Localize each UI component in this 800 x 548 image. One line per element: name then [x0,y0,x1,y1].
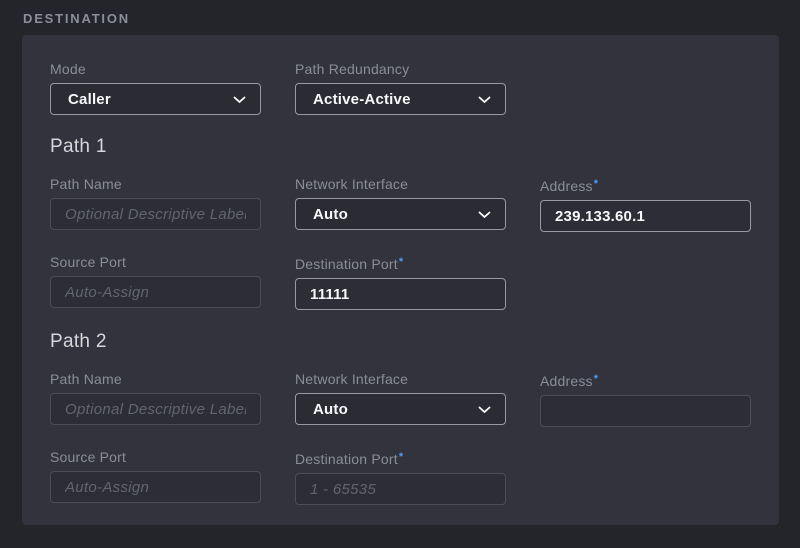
field-path1-path-name: Path Name [50,177,261,232]
path-redundancy-select[interactable]: Active-Active [295,83,506,115]
path2-path-name-label: Path Name [50,372,261,386]
field-path1-address: Address* [540,177,751,232]
path-redundancy-select-wrap: Active-Active [295,83,506,115]
path1-destination-port-label-text: Destination Port [295,256,398,272]
form-row-path1-ports: Source Port Destination Port* [50,255,751,310]
field-path2-path-name: Path Name [50,372,261,427]
destination-panel: Mode Caller Path Redundancy Active-Activ… [22,35,779,525]
mode-label: Mode [50,62,261,76]
field-path1-network-interface: Network Interface Auto [295,177,506,232]
mode-select[interactable]: Caller [50,83,261,115]
path-redundancy-label: Path Redundancy [295,62,506,76]
path1-path-name-label: Path Name [50,177,261,191]
path-2-heading: Path 2 [50,332,751,352]
field-path1-destination-port: Destination Port* [295,255,506,310]
path2-destination-port-input[interactable] [295,473,506,505]
path1-address-input[interactable] [540,200,751,232]
path2-source-port-label: Source Port [50,450,261,464]
field-path1-source-port: Source Port [50,255,261,310]
field-path2-address: Address* [540,372,751,427]
path2-address-label: Address* [540,372,751,388]
path2-network-interface-label: Network Interface [295,372,506,386]
field-mode: Mode Caller [50,62,261,115]
path1-destination-port-label: Destination Port* [295,255,506,271]
field-path2-source-port: Source Port [50,450,261,505]
path1-path-name-input[interactable] [50,198,261,230]
path2-path-name-input[interactable] [50,393,261,425]
path1-destination-port-input[interactable] [295,278,506,310]
path2-source-port-input[interactable] [50,471,261,503]
path2-network-interface-select[interactable]: Auto [295,393,506,425]
path1-source-port-input[interactable] [50,276,261,308]
field-path2-network-interface: Network Interface Auto [295,372,506,427]
required-asterisk: * [594,178,598,190]
path2-address-input[interactable] [540,395,751,427]
path1-network-interface-select[interactable]: Auto [295,198,506,230]
path1-network-interface-select-wrap: Auto [295,198,506,230]
form-row-path2-ports: Source Port Destination Port* [50,450,751,505]
row-spacer [540,62,751,115]
form-row-path1-top: Path Name Network Interface Auto Address… [50,177,751,232]
form-row-path2-top: Path Name Network Interface Auto Address… [50,372,751,427]
required-asterisk: * [399,256,403,268]
path2-destination-port-label-text: Destination Port [295,451,398,467]
row-spacer [540,450,751,505]
path1-network-interface-label: Network Interface [295,177,506,191]
path1-source-port-label: Source Port [50,255,261,269]
field-path2-destination-port: Destination Port* [295,450,506,505]
mode-select-wrap: Caller [50,83,261,115]
path2-network-interface-select-wrap: Auto [295,393,506,425]
path1-address-label-text: Address [540,178,593,194]
row-spacer [540,255,751,310]
path2-destination-port-label: Destination Port* [295,450,506,466]
path2-address-label-text: Address [540,373,593,389]
field-path-redundancy: Path Redundancy Active-Active [295,62,506,115]
form-row-mode: Mode Caller Path Redundancy Active-Activ… [50,62,751,115]
required-asterisk: * [594,373,598,385]
required-asterisk: * [399,451,403,463]
path1-address-label: Address* [540,177,751,193]
path-1-heading: Path 1 [50,137,751,157]
section-title-destination: DESTINATION [23,11,800,26]
